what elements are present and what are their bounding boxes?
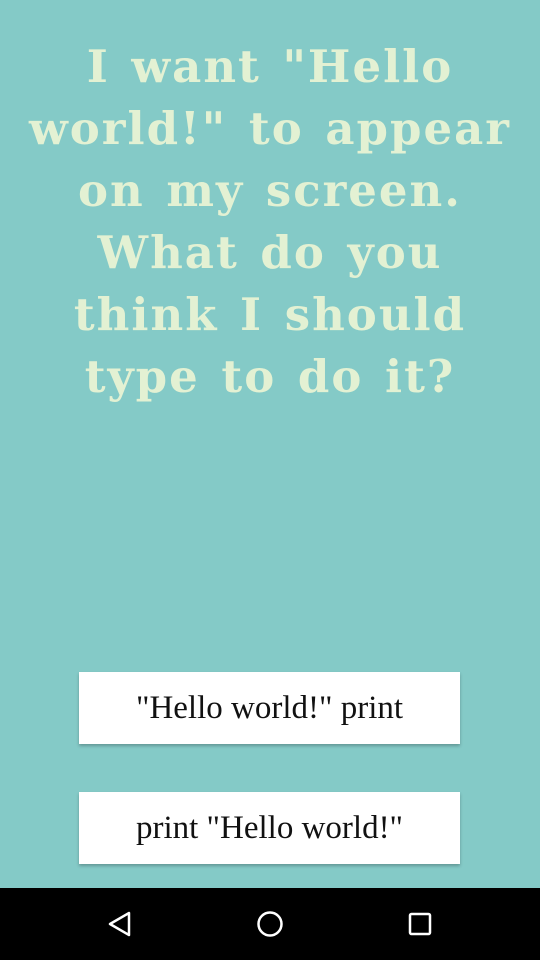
answer-option-1-button[interactable]: "Hello world!" print [79,672,460,744]
answer-option-2-button[interactable]: print "Hello world!" [79,792,460,864]
recent-apps-button[interactable] [380,888,460,960]
home-icon [257,911,283,937]
back-icon [108,911,131,937]
home-button[interactable] [230,888,310,960]
system-navigation-bar [0,888,540,960]
back-button[interactable] [80,888,160,960]
recent-apps-icon [408,912,432,936]
question-text: I want "Hello world!" to appear on my sc… [29,40,511,403]
